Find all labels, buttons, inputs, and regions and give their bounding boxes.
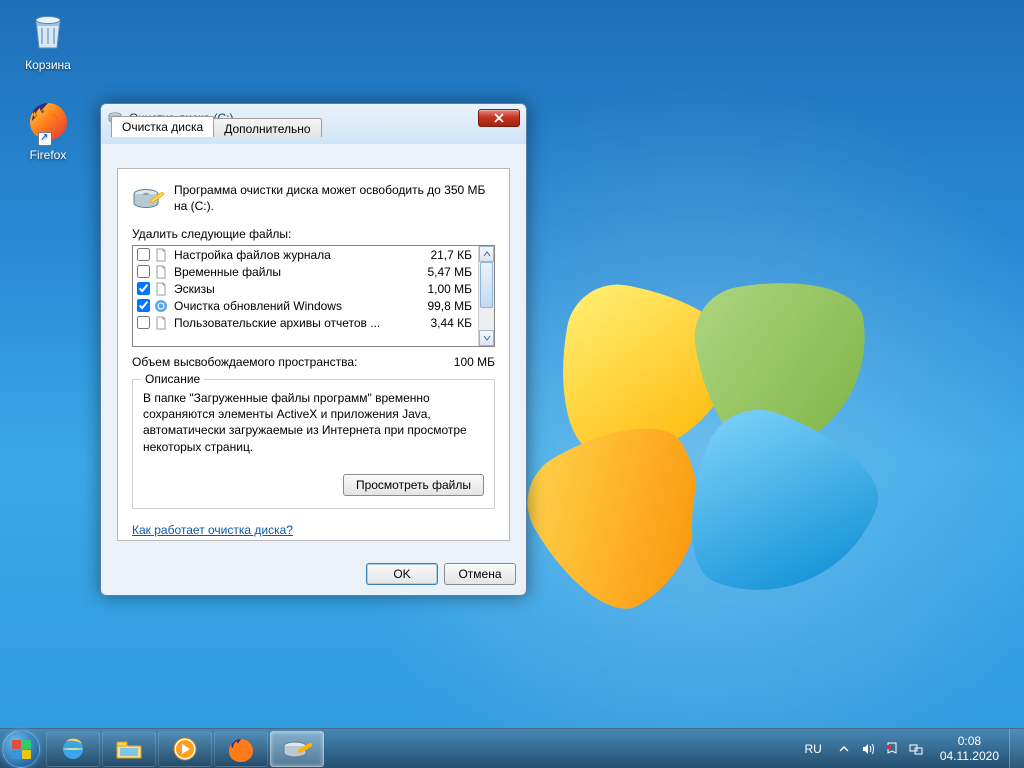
file-name: Временные файлы <box>172 265 414 279</box>
ie-icon <box>58 736 88 762</box>
desktop-icon-firefox[interactable]: Firefox <box>10 96 86 162</box>
freed-space-label: Объем высвобождаемого пространства: <box>132 355 454 369</box>
volume-icon[interactable] <box>860 741 876 757</box>
file-list-row[interactable]: Временные файлы 5,47 МБ <box>133 263 478 280</box>
scrollbar-track[interactable] <box>479 262 494 330</box>
wallpaper-logo <box>500 250 920 630</box>
description-groupbox: Описание В папке "Загруженные файлы прог… <box>132 379 495 509</box>
taskbar-item-ie[interactable] <box>46 731 100 767</box>
tab-more-options[interactable]: Дополнительно <box>213 118 321 137</box>
scroll-down-button[interactable] <box>479 330 494 346</box>
file-size: 99,8 МБ <box>418 299 478 313</box>
delete-files-label: Удалить следующие файлы: <box>132 227 495 241</box>
language-indicator[interactable]: RU <box>796 742 829 756</box>
file-list-row[interactable]: Очистка обновлений Windows 99,8 МБ <box>133 297 478 314</box>
description-text: В папке "Загруженные файлы программ" вре… <box>143 390 484 462</box>
media-player-icon <box>170 736 200 762</box>
file-list-row[interactable]: Настройка файлов журнала 21,7 КБ <box>133 246 478 263</box>
description-legend: Описание <box>141 372 204 386</box>
file-size: 5,47 МБ <box>418 265 478 279</box>
file-list-row[interactable]: Эскизы 1,00 МБ <box>133 280 478 297</box>
tab-disk-cleanup[interactable]: Очистка диска <box>111 116 214 137</box>
close-icon <box>493 113 505 123</box>
file-size: 21,7 КБ <box>418 248 478 262</box>
scrollbar[interactable] <box>478 246 494 346</box>
file-checkbox[interactable] <box>137 265 150 278</box>
file-name: Очистка обновлений Windows <box>172 299 414 313</box>
file-list: Настройка файлов журнала21,7 КБВременные… <box>132 245 495 347</box>
file-icon <box>154 316 168 330</box>
disk-cleanup-window: Очистка диска (C:) Очистка диска Дополни… <box>100 103 527 596</box>
network-icon[interactable] <box>908 741 924 757</box>
ok-button[interactable]: OK <box>366 563 438 585</box>
file-name: Эскизы <box>172 282 414 296</box>
help-link[interactable]: Как работает очистка диска? <box>132 523 293 537</box>
cancel-button[interactable]: Отмена <box>444 563 516 585</box>
clock-time: 0:08 <box>940 734 999 748</box>
desktop-icon-label: Корзина <box>10 58 86 72</box>
recycle-bin-icon <box>24 6 72 54</box>
file-list-row[interactable]: Пользовательские архивы отчетов ... 3,44 … <box>133 314 478 331</box>
action-center-icon[interactable] <box>884 741 900 757</box>
file-checkbox[interactable] <box>137 299 150 312</box>
file-checkbox[interactable] <box>137 282 150 295</box>
taskbar-item-media-player[interactable] <box>158 731 212 767</box>
taskbar-item-explorer[interactable] <box>102 731 156 767</box>
desktop-icon-label: Firefox <box>10 148 86 162</box>
file-icon <box>154 265 168 279</box>
system-tray: RU 0:08 04.11.2020 <box>796 729 1024 768</box>
desktop-icon-recycle-bin[interactable]: Корзина <box>10 6 86 72</box>
freed-space-value: 100 МБ <box>454 355 495 369</box>
clock-date: 04.11.2020 <box>940 749 999 763</box>
view-files-button[interactable]: Просмотреть файлы <box>343 474 484 496</box>
shortcut-overlay-icon <box>38 132 52 146</box>
windows-update-icon <box>154 299 168 313</box>
close-button[interactable] <box>478 109 520 127</box>
disk-cleanup-icon <box>282 736 312 762</box>
show-hidden-icons-button[interactable] <box>836 741 852 757</box>
chevron-up-icon <box>483 250 491 258</box>
chevron-up-icon <box>839 744 849 754</box>
scroll-up-button[interactable] <box>479 246 494 262</box>
file-size: 3,44 КБ <box>418 316 478 330</box>
disk-cleanup-large-icon <box>132 183 164 215</box>
folder-icon <box>114 736 144 762</box>
chevron-down-icon <box>483 334 491 342</box>
clock[interactable]: 0:08 04.11.2020 <box>930 734 1009 763</box>
file-name: Пользовательские архивы отчетов ... <box>172 316 414 330</box>
intro-text: Программа очистки диска может освободить… <box>174 183 495 215</box>
taskbar-item-disk-cleanup[interactable] <box>270 731 324 767</box>
file-checkbox[interactable] <box>137 316 150 329</box>
start-button[interactable] <box>2 730 40 768</box>
file-name: Настройка файлов журнала <box>172 248 414 262</box>
taskbar: RU 0:08 04.11.2020 <box>0 728 1024 768</box>
taskbar-item-firefox[interactable] <box>214 731 268 767</box>
file-checkbox[interactable] <box>137 248 150 261</box>
show-desktop-button[interactable] <box>1009 729 1024 768</box>
firefox-icon <box>24 96 72 144</box>
file-icon <box>154 282 168 296</box>
file-icon <box>154 248 168 262</box>
scrollbar-thumb[interactable] <box>480 262 493 308</box>
file-size: 1,00 МБ <box>418 282 478 296</box>
firefox-icon <box>226 736 256 762</box>
windows-logo-icon <box>12 740 32 760</box>
